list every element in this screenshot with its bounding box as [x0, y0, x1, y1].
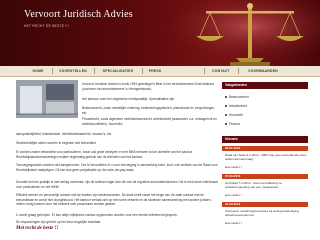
site-header: Vervoort Juridisch Advies HET RECHT DE B… — [0, 0, 320, 66]
office-photo — [16, 80, 78, 118]
sidebar-item-label: Finance — [229, 122, 241, 126]
sidebar-heading-nieuws: Nieuws — [222, 136, 308, 143]
sidebar-heading-vakgebieden: Vakgebieden — [222, 82, 308, 89]
rates-paragraph: Doordat het een praktijk is met weinig o… — [16, 180, 218, 189]
sidebar: Vakgebieden Bestuursrecht Arbeidsrecht H… — [222, 80, 308, 240]
bullet-icon — [225, 96, 227, 99]
nav-voorstellen[interactable]: VOORSTELLEN — [54, 66, 92, 76]
intro-text: Vervoort Juridisch Advies is sinds 1994 … — [82, 82, 214, 91]
private-law-continued: aansprakelijkheid, letselschade, herfstk… — [16, 132, 113, 136]
slogan: Met recht de beste !! — [16, 226, 59, 231]
sidebar-item-huurrecht[interactable]: Huurrecht — [225, 113, 243, 117]
bullet-icon — [225, 123, 227, 126]
news-date: 07-03-2013 — [222, 174, 308, 179]
sidebar-item-arbeidsrecht[interactable]: Arbeidsrecht — [225, 104, 247, 108]
nav-divider — [52, 68, 53, 74]
bullet-icon — [225, 105, 227, 108]
news-text: Voorbeeld: verklaringsprocedure bij onts… — [225, 209, 299, 218]
nav-divider — [142, 68, 143, 74]
sidebar-item-label: Bestuursrecht — [229, 95, 249, 99]
main-content: Vervoort Juridisch Advies is sinds 1994 … — [16, 80, 218, 240]
site-title[interactable]: Vervoort Juridisch Advies — [24, 9, 133, 20]
contact-paragraph: U wordt graag geholpen. Er kan altijd vr… — [16, 213, 178, 217]
nav-divider — [238, 68, 239, 74]
sidebar-item-finance[interactable]: Finance — [225, 122, 240, 126]
specialisms-text: Bestuursrecht, zoals ruimtelijke ordenin… — [82, 106, 216, 115]
news-text: Hof Raad 7-3-2013 - Geen bemiddeling na … — [225, 181, 282, 190]
result-paragraph: De inspanningen zijn gericht op het best… — [16, 220, 102, 224]
nav-home[interactable]: HOME — [28, 66, 48, 76]
sidebar-item-label: Huurrecht — [229, 113, 243, 117]
scales-of-justice-image — [150, 0, 320, 66]
nav-divider — [204, 68, 205, 74]
efficiency-paragraph: Efficiënt werken en persoonlijk contact … — [16, 193, 212, 207]
advice-text: Het kantoor voert een algemene rechtspra… — [82, 97, 176, 101]
news-read-more-link[interactable]: lees verder > — [225, 193, 242, 197]
sidebar-item-label: Arbeidsrecht — [229, 104, 247, 108]
private-law-text: Privaatrecht, zoals algemeen verbintenis… — [82, 117, 217, 126]
site-tagline: HET RECHT DE BESTE !!! — [24, 24, 69, 28]
sidebar-item-bestuursrecht[interactable]: Bestuursrecht — [225, 95, 249, 99]
news-date: 09-01-2013 — [222, 146, 308, 151]
nav-divider — [94, 68, 95, 74]
main-navigation: HOME VOORSTELLEN SPECIALISATIES PRESS CO… — [0, 66, 320, 77]
news-date: 21-03-2013 — [222, 202, 308, 207]
nav-specialisaties[interactable]: SPECIALISATIES — [96, 66, 140, 76]
nav-contact[interactable]: CONTACT — [206, 66, 236, 76]
news-read-more-link[interactable]: lees verder > — [225, 221, 242, 225]
news-text: Raad van State 9-1-2013 - CBR mag geen a… — [225, 153, 307, 162]
bullet-icon — [225, 114, 227, 117]
nav-voorwaarden[interactable]: VOORWAARDEN — [240, 66, 286, 76]
news-read-more-link[interactable]: lees verder > — [225, 165, 242, 169]
legal-aid-paragraph: Toevoegingszaken worden niet aangenomen.… — [16, 163, 218, 172]
nav-press[interactable]: PRESS — [144, 66, 166, 76]
criminal-law-text: Strafrechtelijke zaken worden in beginse… — [16, 141, 97, 145]
clients-paragraph: Er worden zaken behandeld voor particuli… — [16, 150, 194, 159]
